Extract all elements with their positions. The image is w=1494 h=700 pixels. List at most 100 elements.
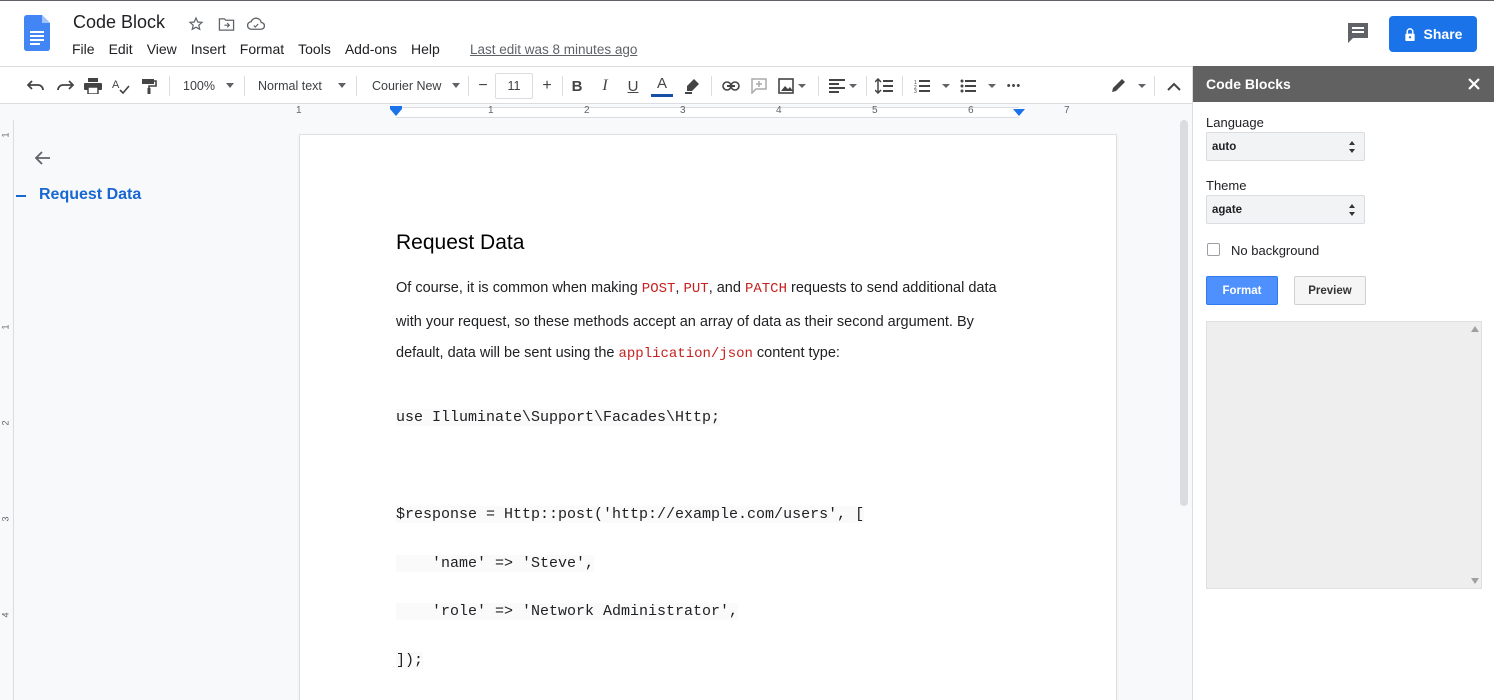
ruler-number: 3 (680, 105, 686, 116)
theme-select[interactable]: agate (1206, 195, 1365, 224)
scroll-down-arrow-icon[interactable] (1471, 578, 1479, 584)
toolbar-divider (468, 76, 469, 96)
font-select[interactable]: Courier New (370, 73, 462, 99)
google-docs-logo-icon[interactable] (24, 15, 50, 51)
lock-icon (1404, 27, 1415, 41)
theme-value: agate (1212, 204, 1243, 216)
ruler-number: 1 (0, 132, 11, 138)
text-run: content type: (752, 345, 840, 361)
more-options-button[interactable]: ••• (1002, 73, 1026, 99)
ruler-number: 4 (0, 612, 11, 618)
zoom-select[interactable]: 100% (180, 73, 236, 99)
share-label: Share (1423, 26, 1463, 42)
code-blocks-sidebar: Code Blocks Language auto Theme agate No… (1192, 66, 1494, 700)
ruler-number: 2 (0, 420, 11, 426)
menu-help[interactable]: Help (411, 41, 445, 57)
right-indent-marker[interactable] (1013, 109, 1025, 116)
underline-button[interactable]: U (622, 73, 644, 99)
numbered-list-icon[interactable]: 123 (912, 73, 952, 99)
bold-button[interactable]: B (566, 73, 588, 99)
language-select[interactable]: auto (1206, 132, 1365, 161)
increase-font-size-button[interactable]: + (536, 73, 558, 99)
menu-format[interactable]: Format (240, 41, 289, 57)
outline-active-marker (16, 195, 26, 197)
menu-edit[interactable]: Edit (109, 41, 138, 57)
code-line: $response = Http::post('http://example.c… (396, 506, 865, 523)
docs-window: Code Block File Edit View Insert Format … (0, 0, 1494, 700)
add-comment-icon[interactable] (747, 73, 771, 99)
bulleted-list-icon[interactable] (958, 73, 998, 99)
toolbar-divider (866, 76, 867, 96)
vertical-ruler[interactable]: 1 1 2 3 4 (0, 120, 14, 700)
document-scrollbar[interactable] (1180, 120, 1188, 506)
scroll-up-arrow-icon[interactable] (1471, 326, 1479, 332)
chevron-down-icon (226, 83, 234, 88)
text-run: default, data will be sent using the (396, 345, 619, 361)
editing-mode-icon[interactable] (1108, 73, 1148, 99)
star-icon[interactable] (186, 14, 206, 34)
arrow-back-icon[interactable] (33, 148, 53, 168)
last-edit-link[interactable]: Last edit was 8 minutes ago (470, 42, 637, 57)
text-color-button[interactable]: A (650, 73, 674, 99)
style-select[interactable]: Normal text (256, 73, 348, 99)
text-color-letter: A (656, 74, 667, 92)
ruler-number: 4 (776, 105, 782, 116)
paragraph-line: with your request, so these methods acce… (396, 314, 974, 330)
menu-view[interactable]: View (147, 41, 182, 57)
code-line: 'role' => 'Network Administrator', (396, 603, 739, 620)
paragraph-line: Of course, it is common when making POST… (396, 280, 997, 297)
text-run: Of course, it is common when making (396, 280, 642, 296)
menu-insert[interactable]: Insert (191, 41, 231, 57)
undo-icon[interactable] (24, 73, 48, 99)
ruler-number: 1 (296, 105, 302, 116)
redo-icon[interactable] (53, 73, 77, 99)
horizontal-ruler[interactable]: 1 1 2 3 4 5 6 7 (0, 104, 1192, 120)
svg-text:A: A (112, 79, 120, 91)
no-background-label: No background (1231, 243, 1320, 258)
decrease-font-size-button[interactable]: − (472, 73, 494, 99)
inline-code: POST (641, 281, 676, 297)
no-background-checkbox[interactable] (1207, 243, 1220, 256)
outline-item-request-data[interactable]: Request Data (39, 186, 141, 204)
ruler-number: 6 (968, 105, 974, 116)
italic-button[interactable]: I (594, 73, 616, 99)
menu-addons[interactable]: Add-ons (345, 41, 402, 57)
menu-bar: File Edit View Insert Format Tools Add-o… (72, 41, 454, 57)
document-title[interactable]: Code Block (73, 12, 165, 33)
paint-format-icon[interactable] (137, 73, 161, 99)
font-size-input[interactable]: 11 (495, 73, 533, 99)
ruler-number: 2 (584, 105, 590, 116)
preview-area[interactable] (1206, 321, 1482, 589)
document-page[interactable]: Request Data Of course, it is common whe… (300, 135, 1116, 700)
share-button[interactable]: Share (1389, 16, 1477, 52)
toolbar-divider (902, 76, 903, 96)
menu-file[interactable]: File (72, 41, 100, 57)
toolbar-divider (1154, 76, 1155, 96)
toolbar-divider (244, 76, 245, 96)
svg-text:3: 3 (914, 89, 917, 93)
select-arrows-icon (1349, 204, 1355, 216)
code-line: 'name' => 'Steve', (396, 555, 595, 572)
select-arrows-icon (1349, 141, 1355, 153)
sidebar-header: Code Blocks (1193, 66, 1494, 102)
cloud-saved-icon[interactable] (246, 14, 266, 34)
align-left-icon[interactable] (826, 73, 860, 99)
spellcheck-icon[interactable]: A (109, 73, 133, 99)
menu-tools[interactable]: Tools (298, 41, 336, 57)
insert-image-icon[interactable] (775, 73, 809, 99)
highlight-color-icon[interactable] (680, 73, 704, 99)
close-icon[interactable] (1465, 75, 1483, 93)
print-icon[interactable] (81, 73, 105, 99)
zoom-value: 100% (183, 79, 215, 93)
chevron-up-icon[interactable] (1162, 73, 1186, 99)
toolbar-divider (818, 76, 819, 96)
inline-code: PATCH (744, 281, 787, 297)
comment-history-icon[interactable] (1345, 21, 1371, 45)
insert-link-icon[interactable] (719, 73, 743, 99)
preview-button[interactable]: Preview (1294, 276, 1366, 305)
ruler-number: 1 (0, 324, 11, 330)
line-spacing-icon[interactable] (872, 73, 896, 99)
move-to-folder-icon[interactable] (216, 14, 236, 34)
left-indent-marker[interactable] (390, 109, 402, 116)
format-button[interactable]: Format (1206, 276, 1278, 305)
